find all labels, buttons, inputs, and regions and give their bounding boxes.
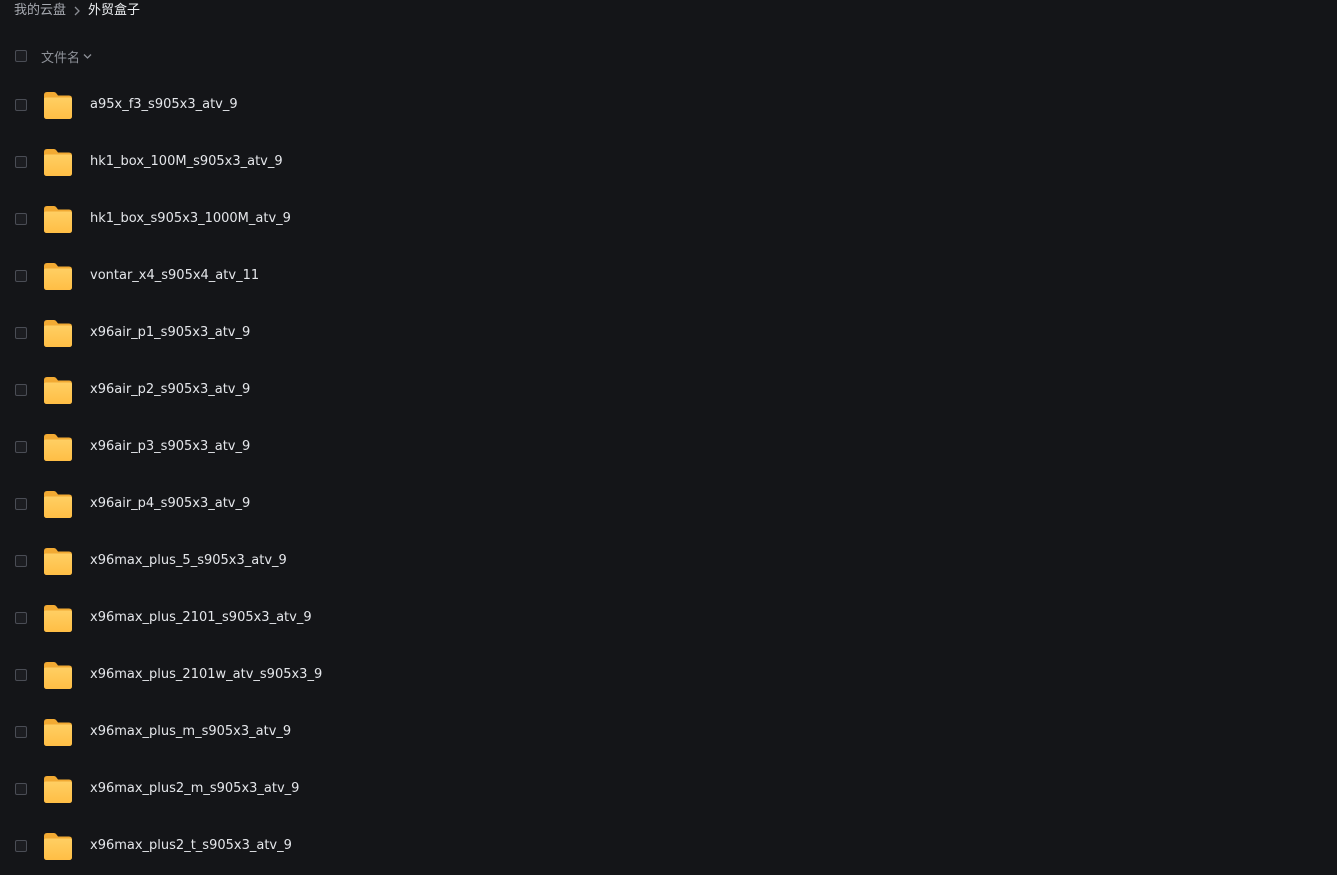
list-item[interactable]: vontar_x4_s905x4_atv_11 bbox=[0, 248, 1337, 305]
file-name[interactable]: x96air_p2_s905x3_atv_9 bbox=[90, 381, 250, 399]
row-checkbox[interactable] bbox=[15, 669, 27, 681]
list-item[interactable]: x96max_plus2_t_s905x3_atv_9 bbox=[0, 818, 1337, 875]
select-all-checkbox[interactable] bbox=[15, 50, 27, 62]
folder-icon bbox=[42, 773, 74, 805]
file-name[interactable]: x96max_plus2_m_s905x3_atv_9 bbox=[90, 780, 299, 798]
row-checkbox[interactable] bbox=[15, 498, 27, 510]
list-header: 文件名 bbox=[0, 46, 1337, 66]
breadcrumb-root-link[interactable]: 我的云盘 bbox=[14, 3, 66, 19]
folder-icon bbox=[42, 260, 74, 292]
folder-icon bbox=[42, 146, 74, 178]
row-checkbox[interactable] bbox=[15, 213, 27, 225]
row-checkbox[interactable] bbox=[15, 156, 27, 168]
list-item[interactable]: x96max_plus_2101_s905x3_atv_9 bbox=[0, 590, 1337, 647]
folder-icon bbox=[42, 659, 74, 691]
file-name[interactable]: hk1_box_100M_s905x3_atv_9 bbox=[90, 153, 283, 171]
chevron-right-icon bbox=[69, 6, 85, 16]
list-item[interactable]: x96air_p3_s905x3_atv_9 bbox=[0, 419, 1337, 476]
row-checkbox[interactable] bbox=[15, 327, 27, 339]
list-item[interactable]: x96air_p1_s905x3_atv_9 bbox=[0, 305, 1337, 362]
list-item[interactable]: x96air_p4_s905x3_atv_9 bbox=[0, 476, 1337, 533]
folder-icon bbox=[42, 203, 74, 235]
folder-icon bbox=[42, 830, 74, 862]
list-item[interactable]: x96max_plus_m_s905x3_atv_9 bbox=[0, 704, 1337, 761]
row-checkbox[interactable] bbox=[15, 555, 27, 567]
sort-label: 文件名 bbox=[41, 51, 81, 66]
file-name[interactable]: x96max_plus2_t_s905x3_atv_9 bbox=[90, 837, 292, 855]
folder-icon bbox=[42, 317, 74, 349]
file-name[interactable]: hk1_box_s905x3_1000M_atv_9 bbox=[90, 210, 291, 228]
file-list: a95x_f3_s905x3_atv_9 hk1_box_100M_s905x3_… bbox=[0, 77, 1337, 875]
file-name[interactable]: a95x_f3_s905x3_atv_9 bbox=[90, 96, 238, 114]
list-item[interactable]: hk1_box_s905x3_1000M_atv_9 bbox=[0, 191, 1337, 248]
file-name[interactable]: x96max_plus_2101_s905x3_atv_9 bbox=[90, 609, 312, 627]
sort-by-name-button[interactable]: 文件名 bbox=[41, 47, 92, 66]
list-item[interactable]: x96max_plus_5_s905x3_atv_9 bbox=[0, 533, 1337, 590]
row-checkbox[interactable] bbox=[15, 441, 27, 453]
folder-icon bbox=[42, 716, 74, 748]
folder-icon bbox=[42, 374, 74, 406]
list-item[interactable]: x96max_plus_2101w_atv_s905x3_9 bbox=[0, 647, 1337, 704]
row-checkbox[interactable] bbox=[15, 840, 27, 852]
row-checkbox[interactable] bbox=[15, 270, 27, 282]
row-checkbox[interactable] bbox=[15, 612, 27, 624]
file-name[interactable]: x96max_plus_2101w_atv_s905x3_9 bbox=[90, 666, 322, 684]
row-checkbox[interactable] bbox=[15, 99, 27, 111]
list-item[interactable]: x96max_plus2_m_s905x3_atv_9 bbox=[0, 761, 1337, 818]
breadcrumb: 我的云盘 外贸盒子 bbox=[14, 3, 140, 19]
list-item[interactable]: x96air_p2_s905x3_atv_9 bbox=[0, 362, 1337, 419]
breadcrumb-current: 外贸盒子 bbox=[88, 3, 141, 18]
chevron-down-icon bbox=[83, 54, 92, 59]
file-name[interactable]: x96air_p4_s905x3_atv_9 bbox=[90, 495, 250, 513]
list-item[interactable]: hk1_box_100M_s905x3_atv_9 bbox=[0, 134, 1337, 191]
file-name[interactable]: x96max_plus_5_s905x3_atv_9 bbox=[90, 552, 287, 570]
file-name[interactable]: x96air_p3_s905x3_atv_9 bbox=[90, 438, 250, 456]
folder-icon bbox=[42, 602, 74, 634]
folder-icon bbox=[42, 89, 74, 121]
folder-icon bbox=[42, 431, 74, 463]
file-name[interactable]: x96max_plus_m_s905x3_atv_9 bbox=[90, 723, 291, 741]
list-item[interactable]: a95x_f3_s905x3_atv_9 bbox=[0, 77, 1337, 134]
row-checkbox[interactable] bbox=[15, 783, 27, 795]
file-name[interactable]: vontar_x4_s905x4_atv_11 bbox=[90, 267, 259, 285]
row-checkbox[interactable] bbox=[15, 726, 27, 738]
row-checkbox[interactable] bbox=[15, 384, 27, 396]
folder-icon bbox=[42, 488, 74, 520]
folder-icon bbox=[42, 545, 74, 577]
file-name[interactable]: x96air_p1_s905x3_atv_9 bbox=[90, 324, 250, 342]
